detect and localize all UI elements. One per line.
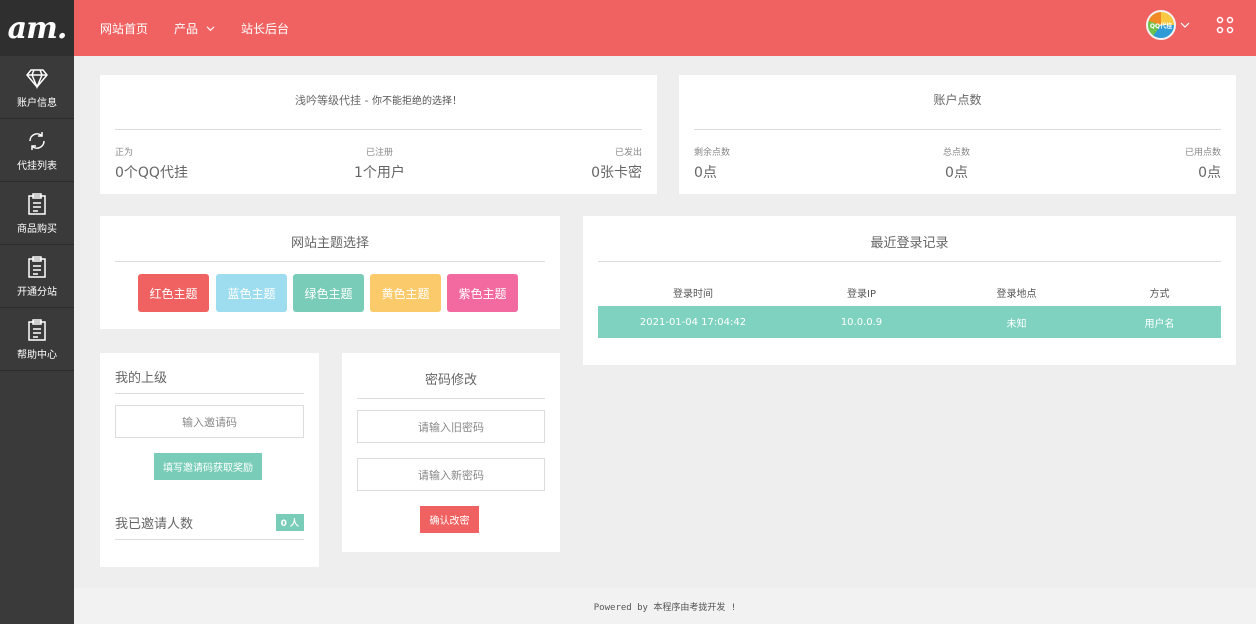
column-header: 登录时间 <box>673 288 713 300</box>
password-card: 密码修改 请输入旧密码 请输入新密码 确认改密 <box>342 353 560 552</box>
footer-text: Powered by 本程序由考拢开发 ! <box>593 602 737 613</box>
table-cell: 未知 <box>935 306 1098 338</box>
footer: Powered by 本程序由考拢开发 ! <box>74 588 1256 624</box>
invited-count-badge: 0 人 <box>275 514 304 531</box>
divider <box>357 398 545 399</box>
login-record-card: 最近登录记录 登录时间 登录IP 登录地点 方式 2021-01-04 17:0… <box>583 216 1236 365</box>
sidebar-item-help[interactable]: 帮助中心 <box>0 308 74 371</box>
invite-code-input[interactable]: 输入邀请码 <box>115 405 304 438</box>
stat-value: 1个用户 <box>354 165 405 181</box>
stat-value: 0点 <box>1198 165 1221 181</box>
column-header: 登录地点 <box>996 288 1037 300</box>
stat-issued: 已发出 0张卡密 <box>591 145 642 182</box>
stat-registered: 已注册 1个用户 <box>354 145 405 182</box>
top-header: 网站首页 产品 站长后台 QQ代挂 <box>74 0 1256 56</box>
clipboard-icon <box>28 192 46 215</box>
logo[interactable]: am. <box>0 0 74 56</box>
table-cell: 2021-01-04 17:04:42 <box>598 306 788 338</box>
divider <box>115 261 545 262</box>
stat-hanging: 正为 0个QQ代挂 <box>115 145 188 182</box>
stat-label: 总点数 <box>943 148 971 158</box>
points-card: 账户点数 剩余点数 0点 总点数 0点 已用点数 0点 <box>679 75 1236 194</box>
clipboard-icon <box>28 255 46 278</box>
intro-title-slogan: 你不能拒绝的选择！ <box>371 96 462 107</box>
stat-value: 0个QQ代挂 <box>115 165 188 181</box>
sidebar-item-hang-list[interactable]: 代挂列表 <box>0 119 74 182</box>
column-header: 方式 <box>1149 288 1170 300</box>
sidebar-item-label: 代挂列表 <box>17 160 57 172</box>
chevron-down-icon <box>206 25 215 31</box>
stat-value: 0张卡密 <box>591 165 642 181</box>
sidebar-item-label: 开通分站 <box>17 286 57 298</box>
stat-value: 0点 <box>694 165 717 181</box>
theme-yellow-button[interactable]: 黄色主题 <box>370 274 441 312</box>
stat-total-points: 总点数 0点 <box>943 145 970 182</box>
sidebar-item-shop[interactable]: 商品购买 <box>0 182 74 245</box>
stat-label: 正为 <box>115 148 134 158</box>
stat-label: 已发出 <box>614 148 642 158</box>
old-password-input[interactable]: 请输入旧密码 <box>357 410 545 443</box>
sidebar-item-label: 账户信息 <box>17 97 57 109</box>
divider <box>115 129 642 130</box>
intro-card: 浅吟等级代挂 - 你不能拒绝的选择！ 正为 0个QQ代挂 已注册 1个用户 已发… <box>100 75 657 194</box>
divider <box>694 129 1221 130</box>
stat-label: 已用点数 <box>1184 148 1221 158</box>
avatar-text: QQ代挂 <box>1149 22 1173 30</box>
login-record-title: 最近登录记录 <box>870 236 949 251</box>
divider <box>598 261 1221 262</box>
divider <box>115 393 304 394</box>
refresh-icon <box>29 131 45 150</box>
nav-home[interactable]: 网站首页 <box>100 20 148 37</box>
chevron-down-icon[interactable] <box>1180 20 1190 30</box>
sidebar: am. 账户信息 代挂列表 商品购买 开通分站 帮助中心 <box>0 0 74 624</box>
stat-value: 0点 <box>945 165 968 181</box>
nav-label: 产品 <box>174 21 199 36</box>
sidebar-item-label: 商品购买 <box>17 223 57 235</box>
stat-label: 剩余点数 <box>694 148 731 158</box>
theme-card: 网站主题选择 红色主题 蓝色主题 绿色主题 黄色主题 紫色主题 <box>100 216 560 329</box>
sidebar-item-substation[interactable]: 开通分站 <box>0 245 74 308</box>
table-row: 2021-01-04 17:04:42 10.0.0.9 未知 用户名 <box>598 306 1221 338</box>
intro-title: 浅吟等级代挂 - 你不能拒绝的选择！ <box>100 92 657 108</box>
column-header: 登录IP <box>847 288 876 300</box>
nav-products[interactable]: 产品 <box>174 20 215 37</box>
diamond-icon <box>26 68 48 89</box>
new-password-input[interactable]: 请输入新密码 <box>357 458 545 491</box>
theme-red-button[interactable]: 红色主题 <box>138 274 209 312</box>
theme-green-button[interactable]: 绿色主题 <box>293 274 364 312</box>
table-cell: 10.0.0.9 <box>788 306 935 338</box>
theme-purple-button[interactable]: 紫色主题 <box>447 274 518 312</box>
divider <box>115 539 304 540</box>
theme-title: 网站主题选择 <box>290 236 369 251</box>
confirm-password-button[interactable]: 确认改密 <box>420 506 479 533</box>
superior-title: 我的上级 <box>115 371 168 386</box>
table-cell: 用户名 <box>1098 306 1221 338</box>
nav-label: 站长后台 <box>241 21 290 36</box>
table-header-row: 登录时间 登录IP 登录地点 方式 <box>598 278 1221 306</box>
clipboard-icon <box>28 318 46 341</box>
stat-remaining-points: 剩余点数 0点 <box>694 145 730 182</box>
nav-admin[interactable]: 站长后台 <box>241 20 289 37</box>
avatar[interactable]: QQ代挂 <box>1146 10 1176 40</box>
submit-invite-button[interactable]: 填写邀请码获取奖励 <box>154 453 262 480</box>
intro-title-main: 浅吟等级代挂 - <box>295 94 372 107</box>
stat-label: 已注册 <box>365 148 393 158</box>
superior-card: 我的上级 输入邀请码 填写邀请码获取奖励 我已邀请人数 0 人 <box>100 353 319 567</box>
sidebar-item-label: 帮助中心 <box>17 349 57 361</box>
points-title: 账户点数 <box>933 93 982 107</box>
sidebar-item-account-info[interactable]: 账户信息 <box>0 56 74 119</box>
stat-used-points: 已用点数 0点 <box>1185 145 1221 182</box>
nav-label: 网站首页 <box>100 21 149 36</box>
password-title: 密码修改 <box>424 373 477 388</box>
apps-grid-icon[interactable] <box>1216 16 1234 34</box>
login-table: 登录时间 登录IP 登录地点 方式 2021-01-04 17:04:42 10… <box>598 278 1221 338</box>
header-right: QQ代挂 <box>1146 10 1234 40</box>
theme-blue-button[interactable]: 蓝色主题 <box>216 274 287 312</box>
invited-count-label: 我已邀请人数 <box>115 517 194 532</box>
